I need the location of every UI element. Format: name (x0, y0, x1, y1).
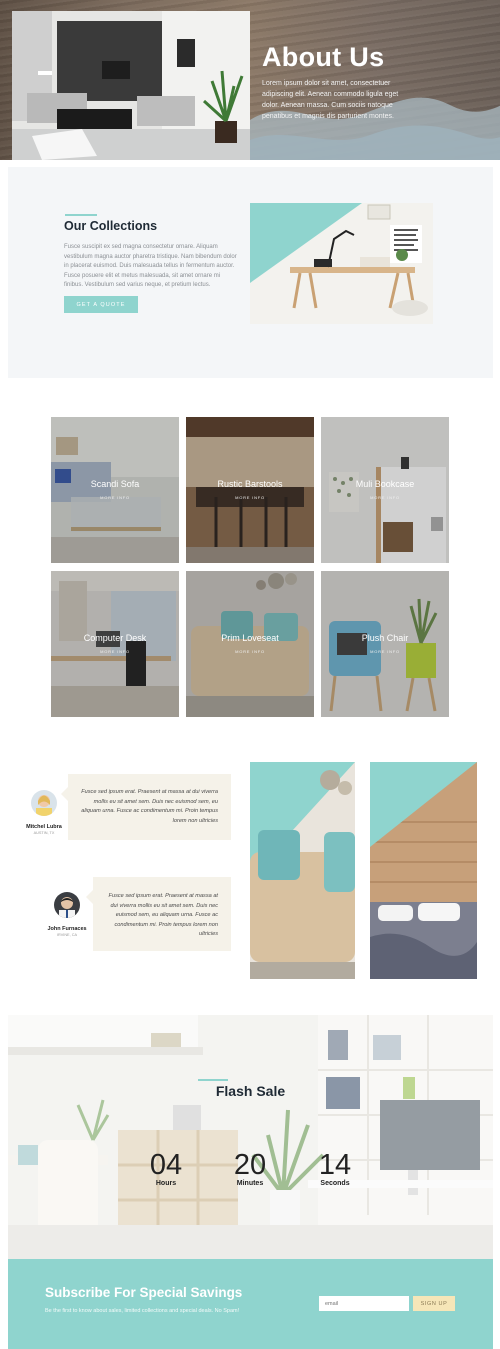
product-name[interactable]: Rustic Barstools (186, 479, 314, 489)
hero-description: Lorem ipsum dolor sit amet, consectetuer… (262, 80, 399, 120)
collections-description: Fusce suscipit ex sed magna consectetur … (64, 244, 237, 288)
product-card-muli-bookcase[interactable]: Muli Bookcase MORE INFO (321, 417, 449, 563)
collections-section: Our Collections Fusce suscipit ex sed ma… (8, 167, 493, 378)
subscribe-section: Subscribe For Special Savings Be the fir… (8, 1259, 493, 1349)
heading-accent-line (65, 214, 97, 216)
more-info-link[interactable]: MORE INFO (51, 495, 179, 500)
countdown-seconds: 14 Seconds (305, 1150, 365, 1187)
page-title: About Us (262, 42, 385, 72)
testimonial-location: IRVINE, CA (57, 933, 77, 937)
subscribe-description: Be the first to know about sales, limite… (45, 1308, 240, 1314)
living-room-image (12, 11, 250, 160)
countdown-label: Hours (155, 1180, 177, 1187)
countdown-value: 14 (318, 1149, 352, 1181)
more-info-link[interactable]: MORE INFO (186, 649, 314, 654)
avatar (54, 892, 80, 918)
product-card-rustic-barstools[interactable]: Rustic Barstools MORE INFO (186, 417, 314, 563)
about-hero: About Us Lorem ipsum dolor sit amet, con… (0, 0, 500, 160)
countdown-minutes: 20 Minutes (220, 1150, 280, 1187)
countdown-value: 20 (233, 1149, 267, 1181)
loveseat-image (250, 762, 355, 979)
desk-image (250, 203, 433, 324)
bedroom-image (370, 762, 477, 979)
more-info-link[interactable]: MORE INFO (186, 495, 314, 500)
more-info-link[interactable]: MORE INFO (51, 649, 179, 654)
flash-sale-section: Flash Sale 04 Hours 20 Minutes 14 Second… (8, 1015, 493, 1259)
flash-sale-heading: Flash Sale (215, 1083, 286, 1099)
get-a-quote-button[interactable]: GET A QUOTE (64, 296, 138, 313)
heading-accent-line (198, 1079, 228, 1081)
product-card-scandi-sofa[interactable]: Scandi Sofa MORE INFO (51, 417, 179, 563)
countdown-value: 04 (149, 1149, 183, 1181)
product-grid: Scandi Sofa MORE INFO Rustic Barstools M… (51, 417, 450, 718)
countdown-label: Seconds (320, 1180, 350, 1187)
testimonial-quote: Fusce sed ipsum erat. Praesent at massa … (61, 774, 231, 840)
product-card-prim-loveseat[interactable]: Prim Loveseat MORE INFO (186, 571, 314, 717)
product-name[interactable]: Plush Chair (321, 633, 449, 643)
testimonial-location: AUSTIN, TX (33, 831, 55, 835)
countdown-label: Minutes (236, 1180, 264, 1187)
testimonial-author: Mitchel Lubra (26, 824, 62, 830)
subscribe-heading: Subscribe For Special Savings (45, 1285, 243, 1300)
product-name[interactable]: Prim Loveseat (186, 633, 314, 643)
countdown-hours: 04 Hours (136, 1150, 196, 1187)
testimonial-quote: Fusce sed ipsum erat. Praesent at massa … (86, 877, 231, 951)
email-field[interactable] (319, 1296, 409, 1311)
more-info-link[interactable]: MORE INFO (321, 649, 449, 654)
avatar (31, 790, 57, 816)
collections-heading: Our Collections (64, 219, 158, 233)
more-info-link[interactable]: MORE INFO (321, 495, 449, 500)
product-name[interactable]: Scandi Sofa (51, 479, 179, 489)
sign-up-button[interactable]: SIGN UP (413, 1296, 455, 1311)
product-card-computer-desk[interactable]: Computer Desk MORE INFO (51, 571, 179, 717)
product-name[interactable]: Computer Desk (51, 633, 179, 643)
product-card-plush-chair[interactable]: Plush Chair MORE INFO (321, 571, 449, 717)
testimonial-author: John Furnaces (47, 926, 87, 932)
product-name[interactable]: Muli Bookcase (321, 479, 449, 489)
